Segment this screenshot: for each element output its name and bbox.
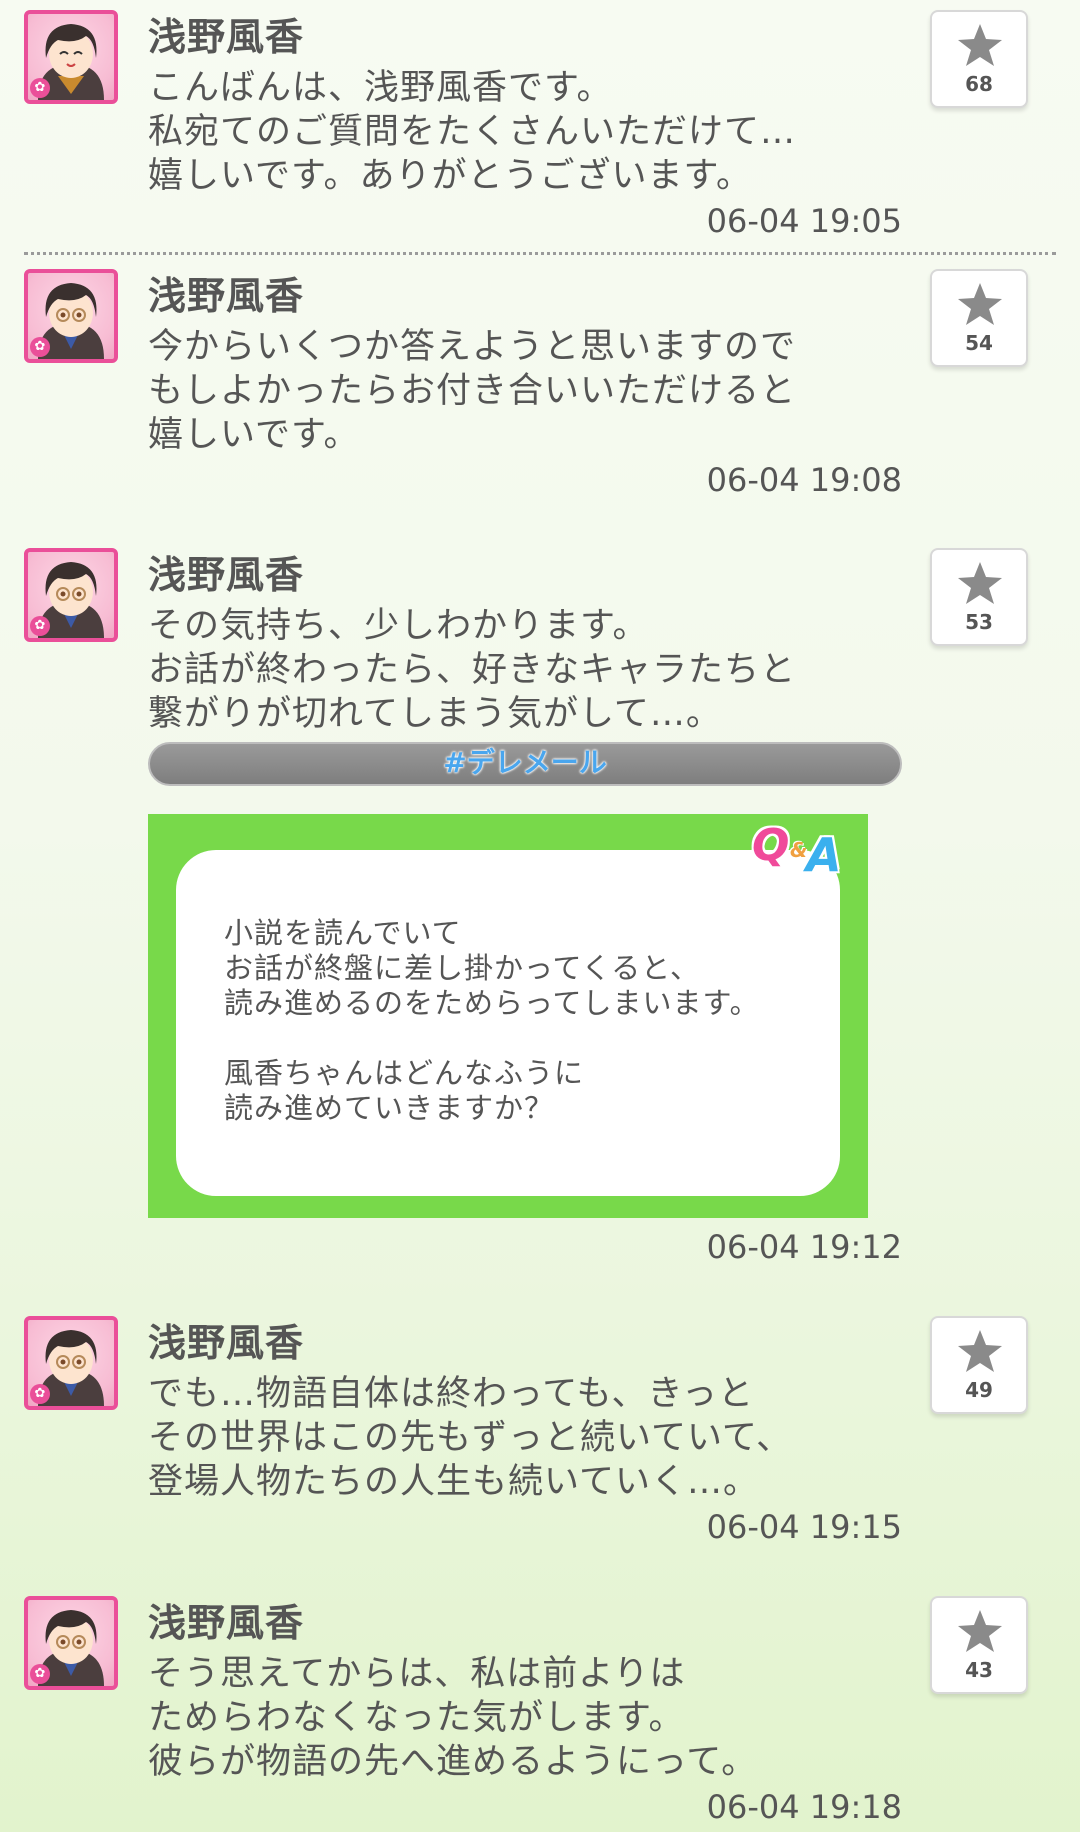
flower-badge-icon: ✿ [30, 616, 50, 636]
author-name: 浅野風香 [148, 553, 305, 597]
message-text: 今からいくつか答えようと思いますので もしよかったらお付き合いいただけると 嬉し… [148, 327, 797, 455]
qa-logo-q: Q [752, 820, 790, 871]
author-name: 浅野風香 [148, 1321, 305, 1365]
flower-badge-icon: ✿ [30, 78, 50, 98]
avatar[interactable]: ✿ [24, 548, 118, 642]
timestamp: 06-04 19:12 [706, 1228, 902, 1266]
favorite-count: 53 [965, 610, 993, 634]
timestamp: 06-04 19:08 [706, 461, 902, 499]
divider [24, 252, 1056, 255]
timestamp: 06-04 19:05 [706, 202, 902, 240]
favorite-button[interactable]: 54 [930, 269, 1028, 367]
favorite-button[interactable]: 68 [930, 10, 1028, 108]
flower-badge-icon: ✿ [30, 1664, 50, 1684]
message-text: でも…物語自体は終わっても、きっと その世界はこの先もずっと続いていて、 登場人… [148, 1374, 793, 1502]
message-feed: ✿ 浅野風香 こんばんは、浅野風香です。 私宛てのご質問をたくさんいただけて… … [0, 0, 1080, 1832]
star-icon [958, 24, 1002, 66]
favorite-button[interactable]: 53 [930, 548, 1028, 646]
flower-badge-icon: ✿ [30, 337, 50, 357]
star-icon [958, 1610, 1002, 1652]
message-text: そう思えてからは、私は前よりは ためらわなくなった気がします。 彼らが物語の先へ… [148, 1654, 758, 1782]
qa-card[interactable]: 小説を読んでいて お話が終盤に差し掛かってくると、 読み進めるのをためらってしま… [148, 814, 868, 1218]
qa-logo-amp: & [790, 838, 808, 862]
favorite-count: 54 [965, 331, 993, 355]
avatar[interactable]: ✿ [24, 10, 118, 104]
timestamp: 06-04 19:15 [706, 1508, 902, 1546]
avatar[interactable]: ✿ [24, 269, 118, 363]
favorite-count: 68 [965, 72, 993, 96]
star-icon [958, 1330, 1002, 1372]
qa-card-body: 小説を読んでいて お話が終盤に差し掛かってくると、 読み進めるのをためらってしま… [176, 850, 840, 1196]
avatar[interactable]: ✿ [24, 1596, 118, 1690]
message-text: こんばんは、浅野風香です。 私宛てのご質問をたくさんいただけて… 嬉しいです。あ… [148, 68, 797, 196]
star-icon [958, 562, 1002, 604]
favorite-count: 43 [965, 1658, 993, 1682]
qa-question-text: 小説を読んでいて お話が終盤に差し掛かってくると、 読み進めるのをためらってしま… [224, 916, 760, 1125]
timestamp: 06-04 19:18 [706, 1788, 902, 1826]
message-text: その気持ち、少しわかります。 お話が終わったら、好きなキャラたちと 繋がりが切れ… [148, 606, 797, 734]
qa-logo: Q & A [752, 820, 862, 882]
favorite-count: 49 [965, 1378, 993, 1402]
author-name: 浅野風香 [148, 1601, 305, 1645]
flower-badge-icon: ✿ [30, 1384, 50, 1404]
qa-logo-a: A [806, 828, 842, 882]
author-name: 浅野風香 [148, 274, 305, 318]
star-icon [958, 283, 1002, 325]
favorite-button[interactable]: 49 [930, 1316, 1028, 1414]
favorite-button[interactable]: 43 [930, 1596, 1028, 1694]
hashtag-link[interactable]: #デレメール [148, 742, 902, 786]
avatar[interactable]: ✿ [24, 1316, 118, 1410]
author-name: 浅野風香 [148, 15, 305, 59]
